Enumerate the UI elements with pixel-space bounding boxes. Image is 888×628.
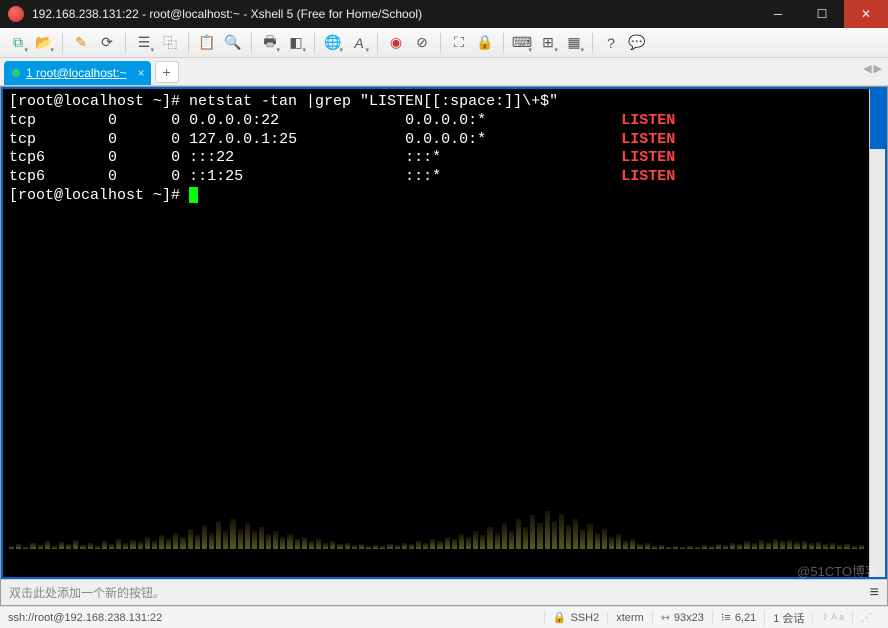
view-button[interactable]: ▦▾ [562, 31, 586, 55]
find-button[interactable]: 🔍 [221, 31, 245, 55]
reconnect-button[interactable]: ⟳ [95, 31, 119, 55]
new-session-button[interactable]: ⧉▾ [6, 31, 30, 55]
row-proto: tcp [9, 112, 36, 129]
help-button[interactable]: ? [599, 31, 623, 55]
window-title: 192.168.238.131:22 - root@localhost:~ - … [32, 7, 756, 21]
encoding-button[interactable]: 🌐▾ [321, 31, 345, 55]
terminal-output[interactable]: [root@localhost ~]# netstat -tan |grep "… [3, 89, 885, 210]
lock-icon: 🔒 [476, 34, 493, 51]
scrollbar-thumb[interactable] [870, 89, 885, 149]
copy-button[interactable]: 📋 [195, 31, 219, 55]
terminal-cursor [189, 187, 198, 203]
tab-close-icon[interactable]: × [138, 66, 145, 80]
main-toolbar: ⧉▾ 📂▾ ✎ ⟳ ☰▾ ⿻ 📋 🔍 🖶▾ ◧▾ 🌐▾ A▾ ◉ ⊘ ⛶ 🔒 ⌨… [0, 28, 888, 58]
keyboard-button[interactable]: ⌨▾ [510, 31, 534, 55]
status-grip: ⋰ [852, 611, 880, 624]
copy-selection-button[interactable]: ⿻ [158, 31, 182, 55]
button-bar-hint: 双击此处添加一个新的按钮。 [9, 584, 165, 601]
session-tabbar: 1 root@localhost:~ × + ◀ ▶ [0, 58, 888, 86]
tab-prev-button[interactable]: ◀ [863, 62, 871, 75]
status-sessions: 1 会话 [764, 610, 812, 626]
session-tab-active[interactable]: 1 root@localhost:~ × [4, 61, 151, 85]
prompt-2: [root@localhost ~]# [9, 187, 189, 204]
session-tab-label: 1 root@localhost:~ [26, 66, 127, 80]
terminal-area[interactable]: [root@localhost ~]# netstat -tan |grep "… [1, 87, 887, 579]
maximize-button[interactable]: ☐ [800, 0, 844, 28]
font-button[interactable]: ◧▾ [284, 31, 308, 55]
font-style-button[interactable]: A▾ [347, 31, 371, 55]
prompt: [root@localhost ~]# [9, 93, 189, 110]
help-icon: ? [607, 35, 615, 51]
lock-status-icon: 🔒 [553, 611, 567, 624]
state-listen: LISTEN [621, 112, 675, 129]
status-cursor-pos: ⁝≡6,21 [712, 611, 764, 624]
minimize-button[interactable]: ─ [756, 0, 800, 28]
status-bar: ssh://root@192.168.238.131:22 🔒SSH2 xter… [0, 606, 888, 628]
search-icon: 🔍 [224, 34, 241, 51]
lock-button[interactable]: 🔒 [473, 31, 497, 55]
connection-status-dot [12, 69, 20, 77]
new-tab-button[interactable]: + [155, 61, 179, 83]
fullscreen-button[interactable]: ⛶ [447, 31, 471, 55]
close-button[interactable]: ✕ [844, 0, 888, 28]
tunneling-button[interactable]: ⊘ [410, 31, 434, 55]
quick-button-bar[interactable]: 双击此处添加一个新的按钮。 ≡ [1, 579, 887, 605]
open-button[interactable]: 📂▾ [32, 31, 56, 55]
app-icon [8, 6, 24, 22]
status-connection: ssh://root@192.168.238.131:22 [8, 612, 544, 624]
command-text: netstat -tan |grep "LISTEN[[:space:]]\+$… [189, 93, 558, 110]
window-controls: ─ ☐ ✕ [756, 0, 888, 28]
print-button[interactable]: 🖶▾ [258, 31, 282, 55]
button-bar-menu-icon[interactable]: ≡ [870, 584, 879, 602]
properties-button[interactable]: ☰▾ [132, 31, 156, 55]
terminal-scrollbar[interactable] [869, 89, 885, 577]
audio-visualizer [5, 499, 867, 549]
window-titlebar: 192.168.238.131:22 - root@localhost:~ - … [0, 0, 888, 28]
status-term-type: xterm [607, 612, 652, 624]
terminal-container: [root@localhost ~]# netstat -tan |grep "… [0, 86, 888, 606]
add-button[interactable]: ⊞▾ [536, 31, 560, 55]
color-scheme-button[interactable]: ◉ [384, 31, 408, 55]
status-caps-indicator: ⇪ A a [812, 612, 852, 623]
tab-next-button[interactable]: ▶ [874, 62, 882, 75]
highlight-button[interactable]: ✎ [69, 31, 93, 55]
tab-navigation: ◀ ▶ [863, 62, 882, 75]
status-protocol: 🔒SSH2 [544, 611, 607, 624]
status-size: ⇿93x23 [652, 611, 712, 624]
feedback-button[interactable]: 💬 [625, 31, 649, 55]
